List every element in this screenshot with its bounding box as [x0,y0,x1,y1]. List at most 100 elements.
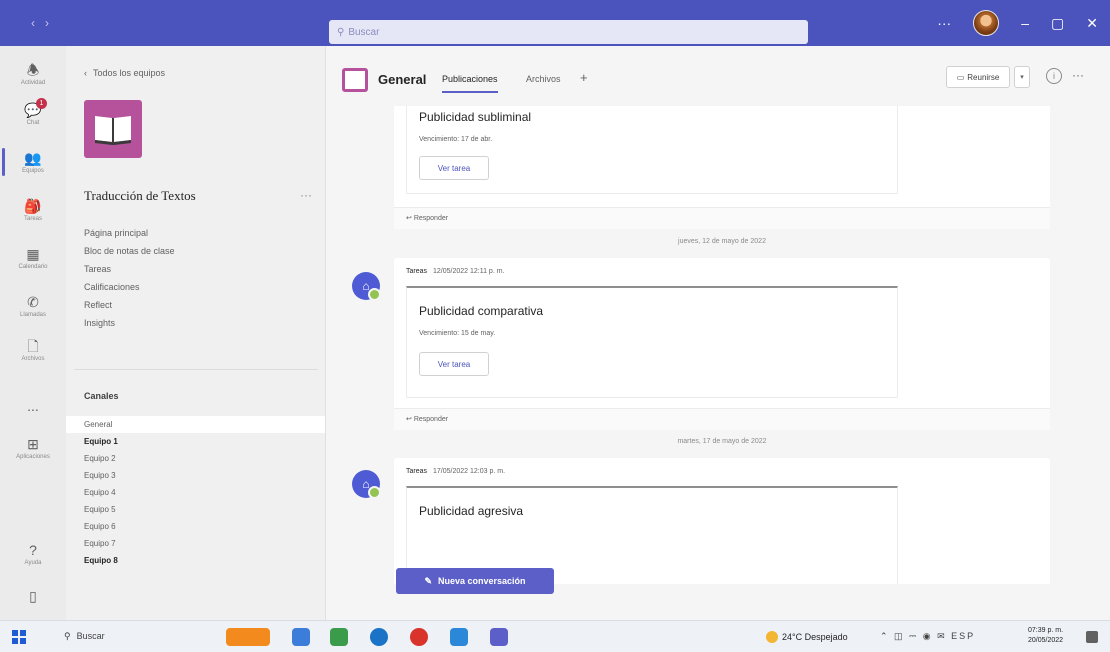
window-controls: ··· – ▢ ✕ [937,10,1110,36]
post-card: Tareas 17/05/2022 12:03 p. m. Publicidad… [394,458,1050,584]
new-conversation-button[interactable]: ✎ Nueva conversación [396,568,554,594]
book-icon [95,116,131,145]
clock-date: 20/05/2022 [1028,637,1064,644]
taskbar-app-icon[interactable] [330,628,348,646]
assignment-card: Publicidad comparativa Vencimiento: 15 d… [406,286,898,398]
appbar-label: Aplicaciones [16,454,50,460]
appbar-item-tasks[interactable]: 🎒 Tareas [0,198,66,222]
taskbar-app-icon[interactable] [226,628,270,646]
title-bar: ‹ › ⚲ Buscar ··· – ▢ ✕ [0,0,1110,46]
team-menu: Página principal Bloc de notas de clase … [84,228,175,329]
file-icon: 🗋 [27,338,39,354]
appbar-label: Ayuda [24,560,42,566]
channels-heading: Canales [84,391,119,401]
team-menu-assignments[interactable]: Tareas [84,264,175,275]
appbar-item-calls[interactable]: ✆ Llamadas [0,294,66,318]
channel-item[interactable]: Equipo 8 [66,552,325,569]
team-menu-grades[interactable]: Calificaciones [84,282,175,293]
info-icon[interactable]: i [1046,68,1062,84]
search-placeholder: Buscar [348,26,380,38]
channel-team-icon [342,68,368,92]
windows-start-icon[interactable] [12,630,26,644]
device-icon: ▯ [29,588,37,604]
back-arrow-icon[interactable]: ‹ [31,16,35,30]
appbar-item-calendar[interactable]: ▦ Calendario [0,246,66,270]
phone-icon: ✆ [27,294,39,310]
post-card: Publicidad subliminal Vencimiento: 17 de… [394,106,1050,229]
avatar[interactable] [973,10,1000,36]
team-menu-home[interactable]: Página principal [84,228,175,239]
view-assignment-button[interactable]: Ver tarea [419,156,489,180]
reply-link[interactable]: ↩ Responder [406,214,448,222]
channel-item[interactable]: Equipo 6 [66,518,325,535]
taskbar-app-icon[interactable] [370,628,388,646]
search-icon: ⚲ [64,631,71,641]
taskbar-app-icon[interactable] [410,628,428,646]
channel-item[interactable]: Equipo 5 [66,501,325,518]
channel-item[interactable]: General [66,416,325,433]
more-options-icon[interactable]: ··· [937,15,951,31]
channel-list: General Equipo 1 Equipo 2 Equipo 3 Equip… [66,416,325,569]
team-menu-notebook[interactable]: Bloc de notas de clase [84,246,175,257]
team-menu-reflect[interactable]: Reflect [84,300,175,311]
team-menu-insights[interactable]: Insights [84,318,175,329]
post-time: 12/05/2022 12:11 p. m. [433,268,505,275]
meet-button[interactable]: ▭ Reunirse [946,66,1010,88]
tab-posts[interactable]: Publicaciones [442,74,498,93]
appbar-label: Tareas [23,216,42,222]
assignment-icon: ⌂ [362,279,370,293]
taskbar-app-icon[interactable] [292,628,310,646]
channel-item[interactable]: Equipo 4 [66,484,325,501]
reply-link[interactable]: ↩ Responder [406,415,448,423]
appbar-item-more[interactable]: ... [0,398,66,414]
channel-item[interactable]: Equipo 7 [66,535,325,552]
channel-title: General [378,72,427,87]
maximize-icon[interactable]: ▢ [1051,15,1064,32]
chevron-left-icon: ‹ [84,68,87,78]
tasks-bot-avatar[interactable]: ⌂ [352,272,381,301]
post-card: Tareas 12/05/2022 12:11 p. m. Publicidad… [394,258,1050,430]
post-header: Tareas 12/05/2022 12:11 p. m. [406,268,505,275]
weather-widget[interactable]: 24°C Despejado [766,631,848,643]
add-tab-button[interactable]: + [580,70,588,85]
appbar-item-teams[interactable]: 👥 Equipos [0,148,66,176]
taskbar-search[interactable]: ⚲ Buscar [64,631,105,642]
team-more-options-icon[interactable]: ··· [300,188,312,202]
meet-dropdown-button[interactable]: ▾ [1014,66,1030,88]
appbar-item-help[interactable]: ? Ayuda [0,542,66,566]
reply-bar[interactable]: ↩ Responder [394,207,1050,229]
view-assignment-button[interactable]: Ver tarea [419,352,489,376]
chevron-down-icon: ▾ [1020,74,1024,81]
taskbar-app-icon[interactable] [450,628,468,646]
more-options-icon[interactable]: ··· [1072,68,1084,82]
notification-icon[interactable] [1086,631,1098,643]
date-separator: martes, 17 de mayo de 2022 [677,438,767,445]
taskbar-clock[interactable]: 07:39 p. m. 20/05/2022 [1028,626,1063,646]
taskbar-app-icon[interactable] [490,628,508,646]
all-teams-link[interactable]: ‹ Todos los equipos [84,68,165,78]
search-input[interactable]: ⚲ Buscar [329,20,808,44]
minimize-icon[interactable]: – [1021,15,1029,31]
appbar-item-device[interactable]: ▯ [0,588,66,604]
reply-icon: ↩ [406,215,414,222]
appbar-label: Equipos [22,168,44,174]
channel-item[interactable]: Equipo 3 [66,467,325,484]
close-icon[interactable]: ✕ [1086,15,1098,32]
channel-header: General Publicaciones Archivos + ▭ Reuni… [326,46,1110,106]
appbar-item-chat[interactable]: 💬 1 Chat [0,98,66,126]
appbar-item-apps[interactable]: ⊞ Aplicaciones [0,436,66,460]
system-tray[interactable]: ⌃ ◫ ⎓ ◉ ✉ ESP [880,631,975,642]
appbar-item-activity[interactable]: 🕭 Actividad [0,62,66,86]
weather-label: 24°C Despejado [782,632,848,642]
channel-item[interactable]: Equipo 2 [66,450,325,467]
assignment-title: Publicidad comparativa [419,304,544,318]
appbar-item-files[interactable]: 🗋 Archivos [0,338,66,362]
app-bar: 🕭 Actividad 💬 1 Chat 👥 Equipos 🎒 Tareas … [0,46,66,620]
tasks-bot-avatar[interactable]: ⌂ [352,470,381,499]
reply-bar[interactable]: ↩ Responder [394,408,1050,430]
appbar-label: Actividad [20,80,46,86]
tab-files[interactable]: Archivos [526,74,561,84]
more-icon: ... [27,398,39,414]
forward-arrow-icon[interactable]: › [45,16,49,30]
channel-item[interactable]: Equipo 1 [66,433,325,450]
